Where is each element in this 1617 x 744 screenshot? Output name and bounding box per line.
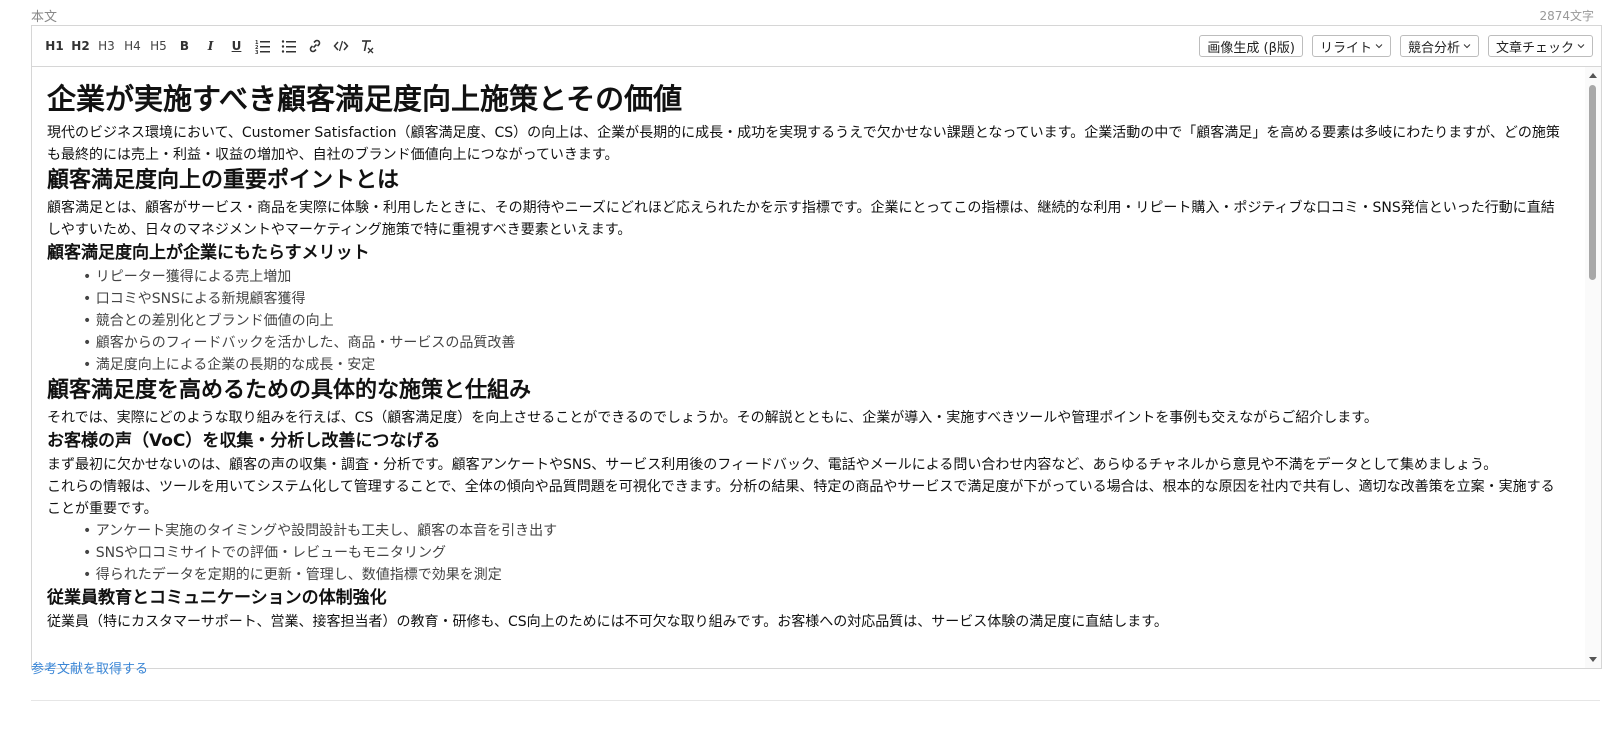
scroll-up-arrow-icon[interactable] bbox=[1589, 73, 1597, 78]
link-icon bbox=[309, 39, 320, 53]
image-generation-button[interactable]: 画像生成 (β版) bbox=[1199, 35, 1303, 57]
heading-3-button[interactable]: H3 bbox=[95, 35, 118, 57]
editor-toolbar: H1 H2 H3 H4 H5 B I U 123 画像生成 (β版) リライト … bbox=[32, 26, 1601, 67]
subsection-heading: 従業員教育とコミュニケーションの体制強化 bbox=[47, 588, 387, 608]
clear-format-button[interactable] bbox=[355, 35, 378, 57]
competitor-analysis-button[interactable]: 競合分析 bbox=[1399, 35, 1479, 57]
list-item: 得られたデータを定期的に更新・管理し、数値指標で効果を測定 bbox=[83, 564, 1585, 586]
paragraph: 顧客満足とは、顧客がサービス・商品を実際に体験・利用したときに、その期待やニーズ… bbox=[47, 200, 1555, 238]
code-button[interactable] bbox=[329, 35, 352, 57]
intro-paragraph: 現代のビジネス環境において、Customer Satisfaction（顧客満足… bbox=[47, 125, 1560, 163]
editor-content[interactable]: 企業が実施すべき顧客満足度向上施策とその価値 現代のビジネス環境において、Cus… bbox=[32, 67, 1585, 668]
rich-text-editor: H1 H2 H3 H4 H5 B I U 123 画像生成 (β版) リライト … bbox=[31, 25, 1602, 669]
bullet-list-button[interactable] bbox=[277, 35, 300, 57]
heading-4-button[interactable]: H4 bbox=[121, 35, 144, 57]
list-item: アンケート実施のタイミングや設問設計も工夫し、顧客の本音を引き出す bbox=[83, 520, 1585, 542]
text-check-button[interactable]: 文章チェック bbox=[1487, 35, 1593, 57]
scroll-down-arrow-icon[interactable] bbox=[1589, 657, 1597, 662]
list-item: リピーター獲得による売上増加 bbox=[83, 266, 1585, 288]
divider bbox=[31, 700, 1600, 701]
subsection-heading: 顧客満足度向上が企業にもたらすメリット bbox=[47, 243, 370, 263]
underline-button[interactable]: U bbox=[225, 35, 248, 57]
format-tools: H1 H2 H3 H4 H5 B I U 123 bbox=[43, 35, 381, 57]
list-item: 競合との差別化とブランド価値の向上 bbox=[83, 310, 1585, 332]
doc-title: 企業が実施すべき顧客満足度向上施策とその価値 bbox=[47, 82, 683, 116]
paragraph: まず最初に欠かせないのは、顧客の声の収集・調査・分析です。顧客アンケートやSNS… bbox=[47, 457, 1498, 473]
body-field-label: 本文 bbox=[31, 10, 58, 25]
italic-button[interactable]: I bbox=[199, 35, 222, 57]
section-heading: 顧客満足度向上の重要ポイントとは bbox=[47, 168, 400, 193]
heading-1-button[interactable]: H1 bbox=[43, 35, 66, 57]
image-generation-label: 画像生成 (β版) bbox=[1207, 40, 1295, 56]
get-references-link[interactable]: 参考文献を取得する bbox=[31, 658, 148, 677]
section-heading: 顧客満足度を高めるための具体的な施策と仕組み bbox=[47, 378, 532, 403]
bullet-list: アンケート実施のタイミングや設問設計も工夫し、顧客の本音を引き出す SNSや口コ… bbox=[47, 520, 1585, 586]
paragraph: 従業員（特にカスタマーサポート、営業、接客担当者）の教育・研修も、CS向上のため… bbox=[47, 614, 1168, 630]
list-item: 満足度向上による企業の長期的な成長・安定 bbox=[83, 354, 1585, 376]
scrollbar-thumb[interactable] bbox=[1589, 85, 1596, 280]
bullet-list-icon bbox=[281, 40, 296, 53]
rewrite-button[interactable]: リライト bbox=[1311, 35, 1391, 57]
ordered-list-icon: 123 bbox=[255, 40, 270, 54]
bold-button[interactable]: B bbox=[173, 35, 196, 57]
list-item: 口コミやSNSによる新規顧客獲得 bbox=[83, 288, 1585, 310]
chevron-down-icon bbox=[1375, 44, 1383, 49]
paragraph: これらの情報は、ツールを用いてシステム化して管理することで、全体の傾向や品質問題… bbox=[47, 479, 1555, 517]
heading-2-button[interactable]: H2 bbox=[69, 35, 92, 57]
ai-tools: 画像生成 (β版) リライト 競合分析 文章チェック bbox=[1190, 35, 1593, 57]
list-item: SNSや口コミサイトでの評価・レビューもモニタリング bbox=[83, 542, 1585, 564]
subsection-heading: お客様の声（VoC）を収集・分析し改善につなげる bbox=[47, 431, 441, 451]
chevron-down-icon bbox=[1577, 44, 1585, 49]
code-icon bbox=[333, 40, 348, 52]
svg-text:3: 3 bbox=[255, 50, 259, 54]
text-check-label: 文章チェック bbox=[1495, 40, 1574, 56]
ordered-list-button[interactable]: 123 bbox=[251, 35, 274, 57]
char-count: 2874文字 bbox=[1539, 9, 1594, 23]
chevron-down-icon bbox=[1463, 44, 1471, 49]
heading-5-button[interactable]: H5 bbox=[147, 35, 170, 57]
paragraph: それでは、実際にどのような取り組みを行えば、CS（顧客満足度）を向上させることが… bbox=[47, 410, 1378, 426]
clear-format-icon bbox=[361, 40, 373, 54]
competitor-analysis-label: 競合分析 bbox=[1407, 40, 1460, 56]
editor-scrollbar[interactable] bbox=[1585, 67, 1601, 668]
rewrite-label: リライト bbox=[1319, 40, 1372, 56]
bullet-list: リピーター獲得による売上増加 口コミやSNSによる新規顧客獲得 競合との差別化と… bbox=[47, 266, 1585, 376]
link-button[interactable] bbox=[303, 35, 326, 57]
list-item: 顧客からのフィードバックを活かした、商品・サービスの品質改善 bbox=[83, 332, 1585, 354]
